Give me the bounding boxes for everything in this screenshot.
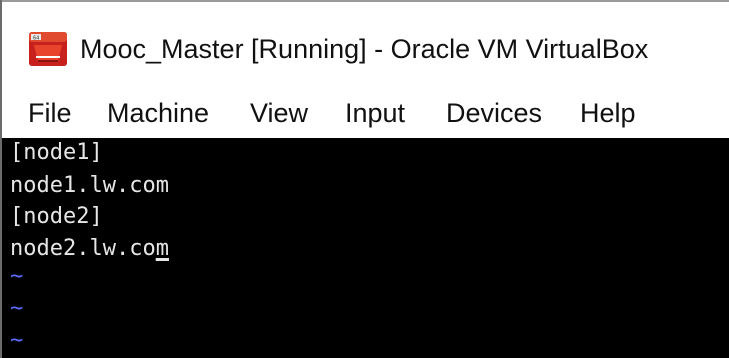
empty-line-tilde: ~ bbox=[10, 296, 24, 321]
empty-line-tilde: ~ bbox=[10, 328, 24, 353]
console-line: [node2] bbox=[10, 204, 103, 229]
menu-input[interactable]: Input bbox=[343, 96, 407, 130]
text-cursor: m bbox=[155, 236, 169, 261]
menu-file[interactable]: File bbox=[26, 96, 74, 130]
empty-line-tilde: ~ bbox=[10, 264, 24, 289]
menu-help[interactable]: Help bbox=[578, 96, 638, 130]
console-line: node1.lw.com bbox=[10, 173, 169, 198]
vm-console[interactable]: [node1] node1.lw.com [node2] node2.lw.co… bbox=[2, 138, 729, 358]
window-title: Mooc_Master [Running] - Oracle VM Virtua… bbox=[80, 34, 649, 64]
title-bar[interactable]: 64 Mooc_Master [Running] - Oracle VM Vir… bbox=[2, 2, 729, 88]
menu-view[interactable]: View bbox=[248, 96, 310, 130]
console-line-text: node2.lw.co bbox=[10, 236, 156, 261]
menu-machine[interactable]: Machine bbox=[105, 96, 211, 130]
console-cursor-line: node2.lw.com bbox=[10, 234, 169, 264]
virtualbox-window: 64 Mooc_Master [Running] - Oracle VM Vir… bbox=[0, 0, 729, 358]
virtualbox-icon: 64 bbox=[29, 32, 67, 66]
menu-devices[interactable]: Devices bbox=[444, 96, 544, 130]
menu-bar: File Machine View Input Devices Help bbox=[2, 88, 729, 138]
console-line: [node1] bbox=[10, 140, 103, 165]
svg-text:64: 64 bbox=[33, 36, 39, 42]
